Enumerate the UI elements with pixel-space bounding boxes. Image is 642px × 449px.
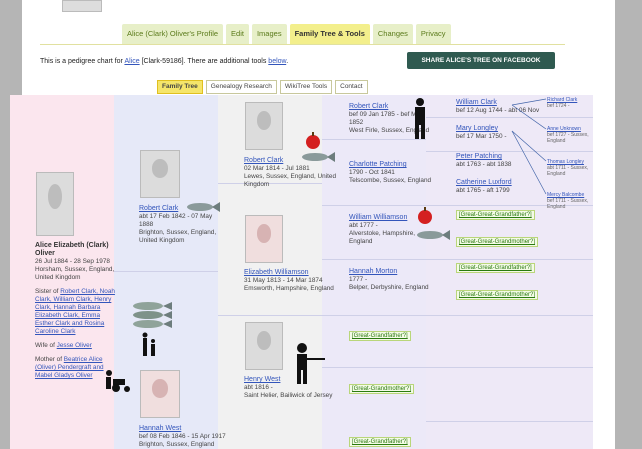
tab-images[interactable]: Images (251, 24, 287, 44)
subject-card: Alice Elizabeth (Clark) Oliver 26 Jul 18… (35, 242, 115, 380)
mother-name[interactable]: Hannah West (139, 425, 227, 433)
subtab-contact[interactable]: Contact (335, 80, 368, 94)
ggg-entry: Richard Clark bef 1724 - (547, 97, 578, 109)
tree-subtabs: Family Tree Genealogy Research WikiTree … (157, 80, 368, 94)
subtab-genealogy-research[interactable]: Genealogy Research (205, 80, 277, 94)
divider (322, 315, 426, 316)
tab-changes[interactable]: Changes (372, 24, 413, 44)
fish-icon (302, 152, 335, 162)
father-photo[interactable] (140, 150, 180, 198)
apple-icon (418, 207, 432, 224)
divider (322, 259, 426, 260)
great-grandmother-2-card: Hannah Morton 1777 - Belper, Derbyshire,… (349, 268, 429, 291)
divider (322, 367, 426, 368)
ggg-entry: Anne Unknown bef 1727 - Sussex, England (547, 126, 589, 144)
siblings-line: Sister of Robert Clark, Noah Clark, Will… (35, 288, 115, 335)
profile-tabs: Alice (Clark) Oliver's Profile Edit Imag… (122, 24, 451, 44)
tab-family-tree[interactable]: Family Tree & Tools (289, 24, 370, 44)
gg-grandfather-placeholder[interactable]: [Great-Great-Grandfather?] (456, 210, 535, 220)
subtab-family-tree[interactable]: Family Tree (157, 80, 203, 94)
family-figures-icon (142, 332, 155, 356)
person-figure-icon (415, 98, 425, 139)
tractor-icon (106, 370, 130, 392)
divider (426, 315, 593, 316)
fish-icon (187, 202, 220, 212)
divider (114, 271, 218, 272)
divider (322, 205, 426, 206)
subtab-wikitree-tools[interactable]: WikiTree Tools (279, 80, 333, 94)
great-grandfather-placeholder[interactable]: [Great-Grandfather?] (349, 331, 411, 341)
divider (426, 421, 593, 422)
great-grandmother-1-card: Charlotte Patching 1790 - Oct 1841 Telsc… (349, 161, 432, 184)
apple-icon (306, 132, 320, 149)
spouse-link[interactable]: Jesse Oliver (57, 342, 92, 349)
tab-divider (40, 44, 565, 45)
spouse-line: Wife of Jesse Oliver (35, 342, 92, 349)
below-link[interactable]: below (268, 58, 286, 65)
profile-photo-thumb[interactable] (62, 0, 102, 12)
subject-dates: 26 Jul 1884 - 28 Sep 1978 (35, 258, 110, 265)
tab-profile[interactable]: Alice (Clark) Oliver's Profile (122, 24, 224, 44)
ggg-entry: Thomas Longley abt 1711 - Sussex, Englan… (547, 159, 589, 177)
great-grandmother-placeholder[interactable]: [Great-Grandmother?] (349, 384, 415, 394)
mother-card: Hannah West bef 08 Feb 1846 - 15 Apr 191… (139, 425, 227, 448)
great-grandfather-placeholder[interactable]: [Great-Grandfather?] (349, 437, 411, 447)
share-facebook-button[interactable]: SHARE ALICE'S TREE ON FACEBOOK (407, 52, 555, 69)
alice-link[interactable]: Alice (124, 58, 139, 65)
gg-grandmother-placeholder[interactable]: [Great-Great-Grandmother?] (456, 237, 539, 247)
divider (426, 367, 593, 368)
divider (218, 315, 322, 316)
divider (426, 259, 593, 260)
fish-icon (417, 230, 450, 240)
pedigree-chart: Alice Elizabeth (Clark) Oliver 26 Jul 18… (10, 95, 593, 449)
mother-photo[interactable] (140, 370, 180, 418)
tab-privacy[interactable]: Privacy (415, 24, 451, 44)
paternal-grandmother-card: Elizabeth Williamson 31 May 1813 - 14 Ma… (244, 269, 334, 292)
subject-photo[interactable] (36, 172, 74, 236)
fish-stack-icon (133, 302, 172, 328)
paternal-grandmother-photo[interactable] (245, 215, 283, 263)
ggg-connector-lines (511, 98, 547, 195)
gg-grandfather-placeholder[interactable]: [Great-Great-Grandfather?] (456, 263, 535, 273)
paternal-grandfather-photo[interactable] (245, 102, 283, 150)
tab-edit[interactable]: Edit (226, 24, 249, 44)
maternal-grandfather-photo[interactable] (245, 322, 283, 370)
siblings-links[interactable]: Robert Clark, Noah Clark, William Clark,… (35, 288, 115, 335)
ggg-entry: Mercy Balcombe bef 1711 - Sussex, Englan… (547, 192, 589, 210)
soldier-figure-icon (297, 343, 325, 384)
subject-name: Alice Elizabeth (Clark) Oliver (35, 242, 109, 257)
intro-text: This is a pedigree chart for Alice [Clar… (40, 58, 289, 65)
gg-grandmother-placeholder[interactable]: [Great-Great-Grandmother?] (456, 290, 539, 300)
subject-place: Horsham, Sussex, England, United Kingdom (35, 266, 115, 281)
